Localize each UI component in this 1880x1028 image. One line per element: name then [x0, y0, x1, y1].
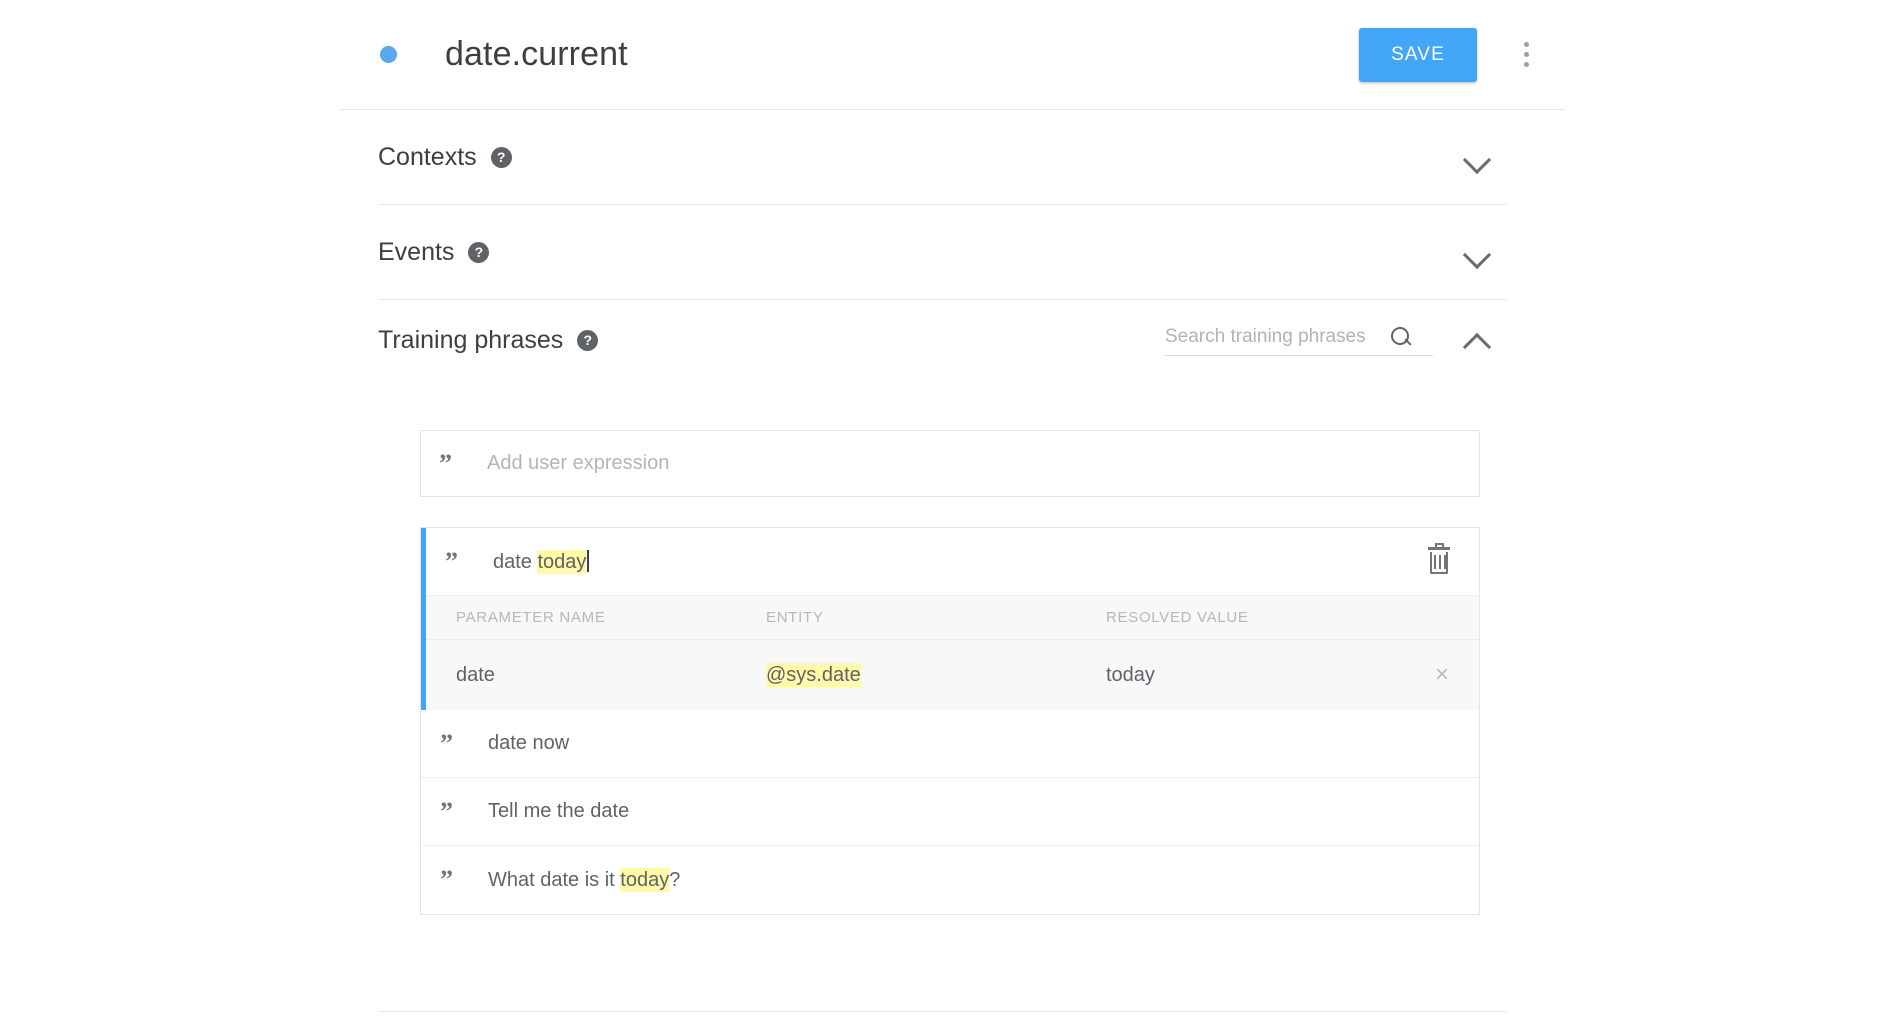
training-phrase-text: date today: [493, 549, 589, 574]
cell-entity[interactable]: @sys.date: [766, 662, 1106, 687]
training-phrase-row[interactable]: ” What date is it today?: [421, 846, 1479, 914]
training-phrase-row[interactable]: ” date now: [421, 710, 1479, 778]
dot-2: [1523, 52, 1529, 57]
close-icon[interactable]: ×: [1435, 662, 1449, 687]
phrase-highlight: today: [537, 549, 587, 574]
trash-bar: [1434, 554, 1436, 569]
text-caret: [587, 549, 589, 572]
page-header: date.current SAVE: [340, 0, 1565, 110]
help-icon[interactable]: ?: [577, 329, 599, 351]
cell-actions: ×: [1406, 662, 1479, 688]
trash-bar: [1444, 554, 1446, 569]
training-phrase-text: date now: [488, 732, 570, 754]
quote-icon: ”: [440, 728, 453, 758]
help-icon[interactable]: ?: [468, 241, 490, 263]
help-icon[interactable]: ?: [490, 146, 512, 168]
trash-lid: [1428, 546, 1450, 550]
quote-icon: ”: [440, 796, 453, 826]
training-phrases-title: Training phrases: [378, 325, 564, 354]
training-phrase-row[interactable]: ” Tell me the date: [421, 778, 1479, 846]
bottom-divider: [378, 1011, 1507, 1012]
phrase-highlight: today: [620, 867, 670, 892]
intent-editor-page: date.current SAVE Contexts ? Events ? Tr…: [0, 0, 1880, 1028]
column-header-parameter-name: PARAMETER NAME: [456, 609, 606, 626]
active-phrase-block: ” date today PARAMETER NAME ENTITY RESOL…: [421, 528, 1479, 710]
parameter-table-row[interactable]: date @sys.date today ×: [426, 640, 1479, 710]
quote-icon: ”: [440, 865, 453, 894]
trash-bar: [1439, 554, 1441, 569]
quote-icon: ”: [439, 448, 452, 478]
save-button[interactable]: SAVE: [1359, 27, 1477, 82]
training-phrase-list: ” date today PARAMETER NAME ENTITY RESOL…: [420, 527, 1480, 915]
section-training-phrases: Training phrases ?: [378, 300, 1507, 380]
training-phrase-text: Tell me the date: [488, 800, 630, 822]
events-title: Events: [378, 237, 455, 266]
add-user-expression-placeholder: Add user expression: [487, 452, 670, 474]
search-training-phrases[interactable]: [1165, 325, 1433, 356]
contexts-title: Contexts: [378, 142, 477, 171]
parameter-table-header: PARAMETER NAME ENTITY RESOLVED VALUE: [426, 596, 1479, 640]
section-contexts[interactable]: Contexts ?: [378, 110, 1507, 205]
column-header-entity: ENTITY: [766, 609, 824, 626]
section-events[interactable]: Events ?: [378, 205, 1507, 300]
chevron-down-icon[interactable]: [1459, 235, 1493, 269]
phrase-suffix: ?: [669, 868, 681, 891]
add-user-expression-row[interactable]: ” Add user expression: [420, 430, 1480, 497]
dot-1: [1523, 42, 1529, 47]
dot-3: [1523, 62, 1529, 67]
training-phrase-row-active[interactable]: ” date today: [426, 528, 1479, 596]
cell-resolved-value[interactable]: today: [1106, 664, 1406, 687]
entity-value: @sys.date: [766, 662, 861, 687]
parameter-table: PARAMETER NAME ENTITY RESOLVED VALUE dat…: [426, 596, 1479, 710]
phrase-prefix: date: [493, 550, 538, 573]
chevron-up-icon[interactable]: [1459, 323, 1493, 357]
more-options-icon[interactable]: [1503, 28, 1549, 82]
search-icon[interactable]: [1389, 325, 1413, 349]
search-input[interactable]: [1165, 325, 1389, 348]
column-header-resolved-value: RESOLVED VALUE: [1106, 609, 1249, 626]
intent-status-dot: [380, 46, 397, 63]
page-title: date.current: [445, 35, 628, 73]
chevron-down-icon[interactable]: [1459, 140, 1493, 174]
phrase-prefix: What date is it: [488, 868, 621, 891]
training-phrase-text: What date is it today?: [488, 867, 681, 892]
delete-icon[interactable]: [1427, 542, 1453, 577]
cell-parameter-name[interactable]: date: [426, 664, 766, 687]
quote-icon: ”: [445, 546, 458, 576]
